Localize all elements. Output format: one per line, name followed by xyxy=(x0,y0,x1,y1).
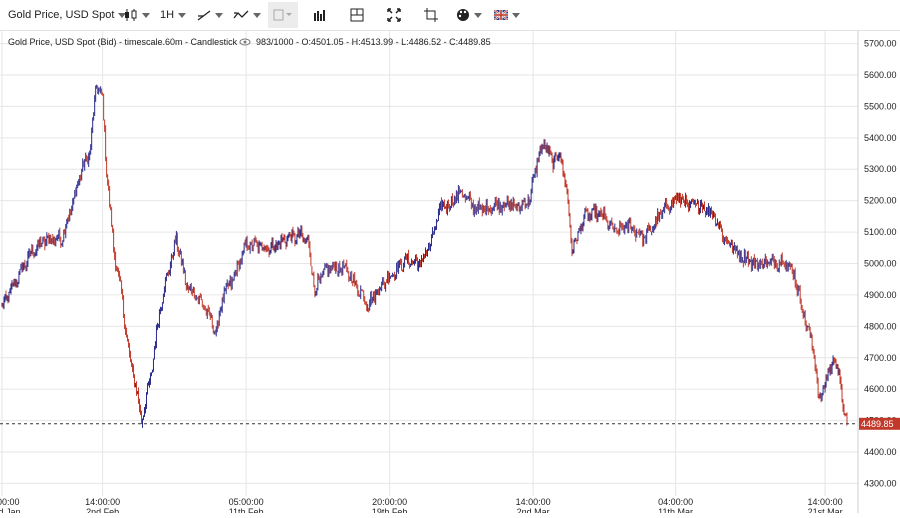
x-axis: 23:00:0022nd Jan14:00:002nd Feb05:00:001… xyxy=(0,497,843,517)
y-tick-label: 4900.00 xyxy=(864,290,897,300)
uk-flag-icon xyxy=(494,10,508,20)
y-tick-label: 4400.00 xyxy=(864,447,897,457)
candlestick-chart[interactable]: 5700.00 5600.00 5500.00 5400.00 5300.00 5200.… xyxy=(0,31,900,517)
draw-line-icon xyxy=(197,10,211,21)
timeframe-label: 1H xyxy=(160,9,175,21)
chevron-down-icon xyxy=(215,12,223,18)
layout-icon xyxy=(350,8,364,22)
chevron-down-icon xyxy=(474,12,482,18)
symbol-selector[interactable]: Gold Price, USD Spot xyxy=(8,0,127,30)
x-tick-time: 14:00:00 xyxy=(808,497,843,507)
crosshair-button[interactable] xyxy=(416,2,446,28)
y-tick-label: 4700.00 xyxy=(864,353,897,363)
x-tick-time: 23:00:00 xyxy=(0,497,20,507)
theme-button[interactable] xyxy=(456,0,482,30)
y-tick-label: 5600.00 xyxy=(864,70,897,80)
timeframe-selector[interactable]: 1H xyxy=(160,0,187,30)
x-tick-date: 2nd Feb xyxy=(86,507,119,513)
x-tick-date: 21st Mar xyxy=(808,507,843,513)
candlestick-type-icon xyxy=(125,9,137,21)
price-marker-label: 4489.85 xyxy=(861,419,894,429)
chart-area[interactable]: 5700.00 5600.00 5500.00 5400.00 5300.00 5200.… xyxy=(0,31,900,517)
chart-grid xyxy=(0,31,858,496)
y-tick-label: 4300.00 xyxy=(864,478,897,488)
chevron-down-icon xyxy=(253,12,261,18)
y-tick-label: 5200.00 xyxy=(864,196,897,206)
volume-bars-icon xyxy=(314,10,325,21)
x-tick-date: 11th Mar xyxy=(658,507,693,513)
toolbar: Gold Price, USD Spot 1H xyxy=(0,0,900,31)
price-marker: 4489.85 xyxy=(859,417,900,430)
language-button[interactable] xyxy=(494,0,520,30)
chevron-down-icon xyxy=(142,12,150,18)
ohlc-readout: 983/1000 - O:4501.05 - H:4513.99 - L:448… xyxy=(256,37,491,47)
x-tick-time: 04:00:00 xyxy=(658,497,693,507)
x-tick-time: 20:00:00 xyxy=(372,497,407,507)
symbol-label: Gold Price, USD Spot xyxy=(8,9,115,21)
template-button[interactable] xyxy=(268,2,298,28)
indicator-icon xyxy=(233,10,249,19)
chevron-down-icon xyxy=(512,12,520,18)
layout-button[interactable] xyxy=(342,2,372,28)
y-tick-label: 5700.00 xyxy=(864,39,897,49)
y-tick-label: 5400.00 xyxy=(864,133,897,143)
y-tick-label: 5500.00 xyxy=(864,101,897,111)
x-tick-time: 05:00:00 xyxy=(229,497,264,507)
y-tick-label: 4600.00 xyxy=(864,384,897,394)
x-tick-time: 14:00:00 xyxy=(516,497,551,507)
x-tick-date: 11th Feb xyxy=(229,507,264,513)
x-tick-time: 14:00:00 xyxy=(85,497,120,507)
x-tick-date: 22nd Jan xyxy=(0,507,21,513)
volume-button[interactable] xyxy=(305,2,335,28)
y-tick-label: 4800.00 xyxy=(864,321,897,331)
visibility-toggle[interactable] xyxy=(239,38,251,46)
y-tick-label: 5100.00 xyxy=(864,227,897,237)
chart-type-button[interactable] xyxy=(124,0,150,30)
crosshair-icon xyxy=(424,8,438,22)
eye-pupil xyxy=(243,40,247,44)
y-tick-label: 5300.00 xyxy=(864,164,897,174)
indicators-button[interactable] xyxy=(233,0,261,30)
drawing-tools-button[interactable] xyxy=(197,0,223,30)
chevron-down-icon xyxy=(178,12,187,18)
template-icon xyxy=(273,9,292,21)
candles xyxy=(1,84,848,428)
palette-icon xyxy=(457,9,469,21)
fullscreen-icon xyxy=(387,8,401,22)
fullscreen-button[interactable] xyxy=(379,2,409,28)
y-tick-label: 5000.00 xyxy=(864,259,897,269)
x-tick-date: 2nd Mar xyxy=(517,507,550,513)
chart-title: Gold Price, USD Spot (Bid) - timescale.6… xyxy=(8,37,238,47)
x-tick-date: 19th Feb xyxy=(372,507,408,513)
